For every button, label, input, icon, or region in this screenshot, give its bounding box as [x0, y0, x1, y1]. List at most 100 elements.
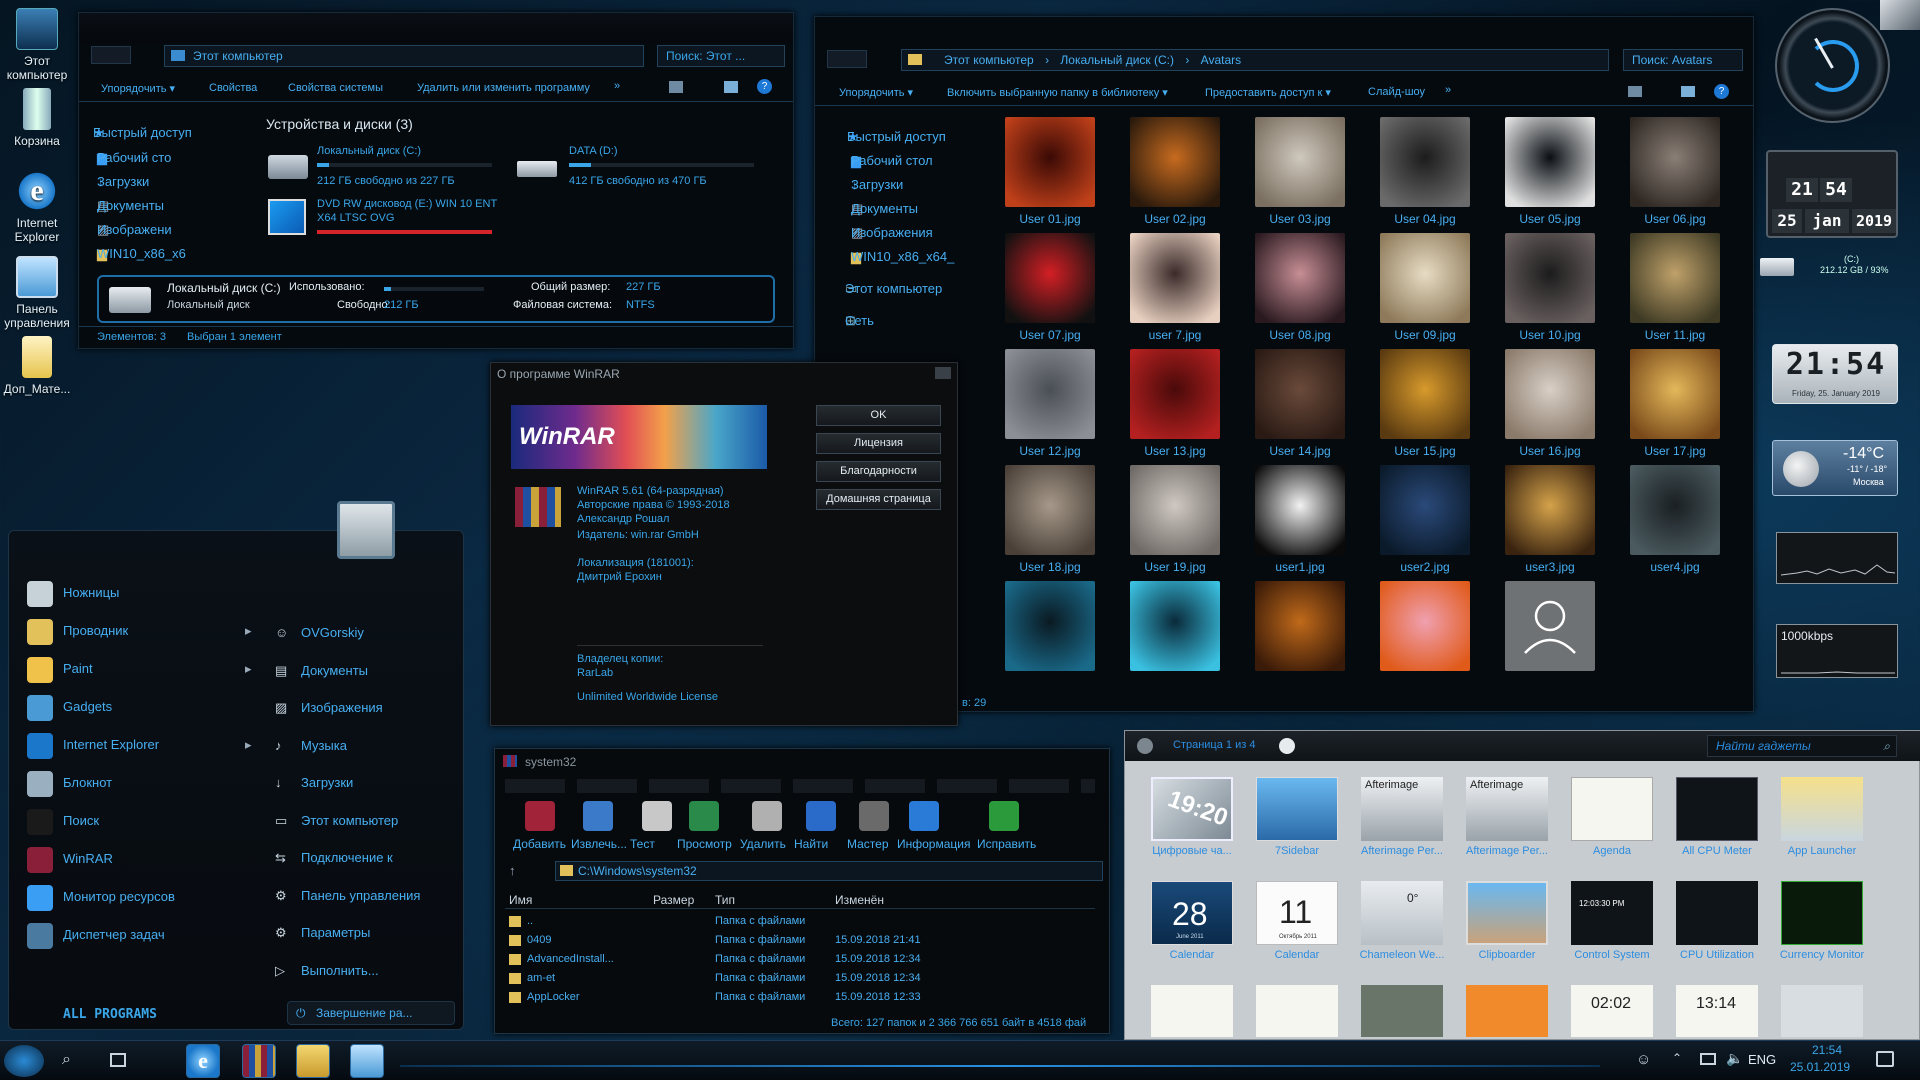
breadcrumb[interactable]: Этот компьютер › Локальный диск (C:) › A…	[901, 49, 1609, 71]
image-thumbnail[interactable]	[1380, 233, 1470, 323]
table-row[interactable]: AdvancedInstall... Папка с файлами 15.09.2…	[505, 951, 1095, 969]
desktop-icon-recycle-bin[interactable]: Корзина	[0, 88, 74, 148]
image-thumbnail[interactable]	[1630, 349, 1720, 439]
image-thumbnail[interactable]	[1255, 581, 1345, 671]
table-row[interactable]: 0409 Папка с файлами 15.09.2018 21:41	[505, 932, 1095, 950]
col-name[interactable]: Имя	[509, 893, 532, 907]
start-item[interactable]: Изображения	[301, 700, 383, 715]
organize-button[interactable]: Упорядочить ▾	[101, 82, 175, 95]
start-item[interactable]: Параметры	[301, 925, 370, 940]
clock-date[interactable]: 25.01.2019	[1790, 1060, 1850, 1074]
language-indicator[interactable]: ENG	[1748, 1052, 1776, 1067]
weather-gadget[interactable]: -14°C -11° / -18° Москва	[1772, 440, 1898, 496]
breadcrumb-item[interactable]: Локальный диск (C:)	[1060, 53, 1174, 67]
gadget-tile[interactable]	[1256, 985, 1338, 1037]
image-thumbnail[interactable]	[1130, 581, 1220, 671]
start-item[interactable]: Монитор ресурсов	[63, 889, 175, 904]
drive-c[interactable]: Локальный диск (C:) 212 ГБ свободно из 2…	[264, 143, 494, 193]
network-tray-icon[interactable]	[1700, 1053, 1716, 1065]
user-avatar[interactable]	[337, 501, 395, 559]
all-programs-button[interactable]: ALL PROGRAMS	[63, 1007, 157, 1022]
gadget-tile[interactable]	[1256, 777, 1338, 841]
pane-icon[interactable]	[1681, 86, 1695, 97]
next-page-button[interactable]	[1279, 738, 1295, 754]
image-thumbnail[interactable]	[1005, 465, 1095, 555]
breadcrumb-item[interactable]: Avatars	[1201, 53, 1241, 67]
image-thumbnail[interactable]	[1255, 233, 1345, 323]
gadget-tile[interactable]: 02:02	[1571, 985, 1653, 1037]
taskbar-winrar-icon[interactable]	[242, 1044, 276, 1078]
volume-icon[interactable]: 🔈	[1726, 1050, 1743, 1067]
analog-clock-gadget[interactable]	[1775, 8, 1890, 123]
people-icon[interactable]: ☺	[1636, 1051, 1651, 1068]
start-item[interactable]: Блокнот	[63, 775, 112, 790]
image-thumbnail[interactable]	[1505, 233, 1595, 323]
organize-button[interactable]: Упорядочить ▾	[839, 86, 913, 99]
breadcrumb-item[interactable]: Этот компьютер	[944, 53, 1034, 67]
gadget-tile[interactable]	[1571, 777, 1653, 841]
drive-gadget[interactable]: (C:) 212.12 GB / 93%	[1760, 252, 1900, 288]
cpu-graph-gadget[interactable]	[1776, 532, 1898, 584]
start-item[interactable]: Музыка	[301, 738, 347, 753]
gadget-tile[interactable]	[1781, 777, 1863, 841]
image-thumbnail[interactable]	[1130, 349, 1220, 439]
taskbar-control-panel-icon[interactable]	[350, 1044, 384, 1078]
image-thumbnail[interactable]	[1255, 117, 1345, 207]
more-button[interactable]: »	[614, 80, 620, 92]
view-icon[interactable]	[669, 81, 683, 93]
desktop-icon-folder[interactable]: Доп_Мате...	[0, 336, 74, 396]
taskbar-explorer-icon[interactable]	[296, 1044, 330, 1078]
image-thumbnail[interactable]	[1005, 117, 1095, 207]
desktop-icon-control-panel[interactable]: Панель управления	[0, 256, 74, 330]
image-thumbnail[interactable]	[1005, 581, 1095, 671]
license-button[interactable]: Лицензия	[816, 433, 941, 454]
start-button[interactable]	[4, 1045, 44, 1077]
gadget-search-input[interactable]: Найти гаджеты ⌕	[1707, 735, 1897, 757]
image-thumbnail[interactable]	[1380, 465, 1470, 555]
help-icon[interactable]: ?	[757, 79, 772, 94]
col-type[interactable]: Тип	[715, 893, 735, 907]
system-properties-button[interactable]: Свойства системы	[288, 82, 383, 94]
desktop-icon-ie[interactable]: e Internet Explorer	[0, 170, 74, 244]
image-thumbnail[interactable]	[1380, 581, 1470, 671]
start-item[interactable]: Internet Explorer	[63, 737, 159, 752]
search-input[interactable]: Поиск: Avatars	[1623, 49, 1743, 71]
start-item[interactable]: Панель управления	[301, 888, 420, 903]
drive-d[interactable]: DATA (D:) 412 ГБ свободно из 470 ГБ	[517, 143, 757, 193]
image-thumbnail[interactable]	[1630, 233, 1720, 323]
table-row[interactable]: .. Папка с файлами	[505, 913, 1095, 931]
share-button[interactable]: Предоставить доступ к ▾	[1205, 86, 1331, 99]
start-item[interactable]: OVGorskiy	[301, 625, 364, 640]
path-bar[interactable]: C:\Windows\system32	[555, 861, 1103, 881]
gadget-tile[interactable]: 12:03:30 PM	[1571, 881, 1653, 945]
start-item[interactable]: Выполнить...	[301, 963, 379, 978]
table-row[interactable]: AppLocker Папка с файлами 15.09.2018 12:33	[505, 989, 1095, 1007]
image-thumbnail[interactable]	[1630, 465, 1720, 555]
image-thumbnail[interactable]	[1630, 117, 1720, 207]
notifications-icon[interactable]	[1876, 1051, 1894, 1067]
thanks-button[interactable]: Благодарности	[816, 461, 941, 482]
image-thumbnail[interactable]	[1255, 349, 1345, 439]
uninstall-button[interactable]: Удалить или изменить программу	[417, 82, 590, 94]
start-item[interactable]: Ножницы	[63, 585, 119, 600]
image-thumbnail[interactable]	[1505, 465, 1595, 555]
col-size[interactable]: Размер	[653, 893, 694, 907]
start-item[interactable]: WinRAR	[63, 851, 113, 866]
tool-button[interactable]: Добавить	[513, 837, 566, 851]
image-thumbnail[interactable]	[1130, 117, 1220, 207]
image-thumbnail[interactable]	[1255, 465, 1345, 555]
ok-button[interactable]: OK	[816, 405, 941, 426]
gadget-tile[interactable]: 13:14	[1676, 985, 1758, 1037]
drive-dvd[interactable]: DVD RW дисковод (E:) WIN 10 ENT X64 LTSC…	[264, 195, 504, 245]
start-item[interactable]: Проводник	[63, 623, 128, 638]
taskbar-ie-icon[interactable]: e	[186, 1044, 220, 1078]
gadget-tile[interactable]: 19:20	[1151, 777, 1233, 841]
search-input[interactable]: Поиск: Этот ...	[657, 45, 785, 67]
help-icon[interactable]: ?	[1714, 84, 1729, 99]
desktop-icon-this-pc[interactable]: Этот компьютер	[0, 8, 74, 82]
nav-back-button[interactable]	[827, 50, 867, 68]
prev-page-button[interactable]	[1137, 738, 1153, 754]
pane-icon[interactable]	[724, 81, 738, 93]
tool-button[interactable]: Найти	[794, 837, 828, 851]
network-graph-gadget[interactable]: 1000kbps	[1776, 624, 1898, 678]
